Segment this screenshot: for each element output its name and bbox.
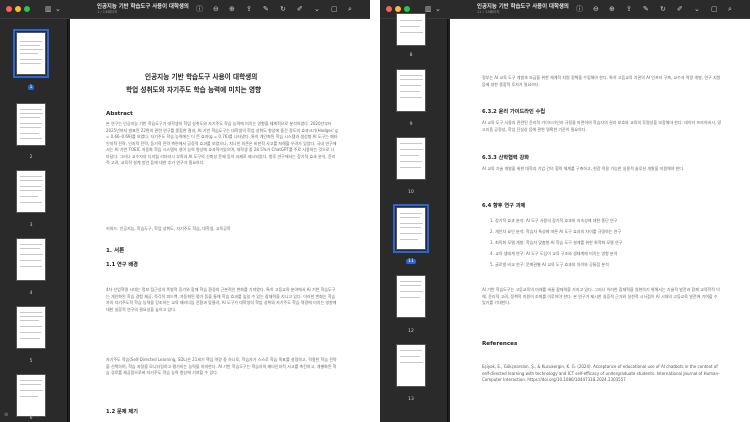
subsection-heading: 6.3.2 윤리 가이드라인 수립 — [482, 109, 546, 115]
share-icon[interactable]: ⇪ — [246, 4, 252, 14]
page-indicator: 1 / 13페이지 — [97, 10, 118, 14]
thumbnail-page[interactable] — [16, 306, 46, 349]
close-button[interactable] — [386, 6, 392, 12]
thumbnail-page[interactable] — [16, 170, 46, 213]
rotate-icon[interactable]: ↻ — [660, 4, 666, 14]
search-icon[interactable]: ⌕ — [728, 4, 732, 14]
share-icon[interactable]: ⇪ — [626, 4, 632, 14]
document-page: 정부는 AI 교육 도구 개발과 보급을 위한 체계적 지원 정책을 수립해야 … — [450, 19, 750, 422]
highlight-icon[interactable]: ✎ — [263, 4, 269, 14]
thumbnail-page[interactable] — [396, 69, 426, 112]
thumbnail-page[interactable] — [16, 374, 46, 417]
zoom-button[interactable] — [404, 6, 410, 12]
thumbnail-page[interactable] — [396, 137, 426, 180]
info-icon[interactable]: ⓘ — [576, 4, 583, 14]
document-page: 인공지능 기반 학습도구 사용이 대학생의 학업 성취도와 자기주도 학습 능력… — [70, 19, 370, 422]
zoom-in-icon[interactable]: ⊕ — [229, 4, 235, 14]
minimize-button[interactable] — [395, 6, 401, 12]
references-heading: References — [482, 341, 518, 347]
thumbnail-number: 13 — [408, 397, 414, 402]
list-item: 2. 개인차 요인 분석: 학습자 특성에 따른 AI 도구 효과의 차이를 규… — [490, 229, 622, 234]
body-paragraph: AI 교육 기술 개발을 위한 대학과 기업 간의 협력 체계를 구축하고, 현… — [482, 166, 685, 171]
more-icon[interactable]: ⌄ — [314, 4, 320, 14]
thumbnail-number: 8 — [409, 53, 413, 58]
thumbnail-number: 1 — [27, 85, 35, 90]
subsection-heading: 6.4 향후 연구 과제 — [482, 203, 526, 209]
thumbnail-page[interactable] — [396, 13, 426, 46]
more-icon[interactable]: ⌄ — [694, 4, 700, 14]
chevron-down-icon[interactable]: ⌄ — [55, 4, 61, 14]
abstract-text: 본 연구는 인공지능 기반 학습도구가 대학생의 학업 성취도와 자기주도 학습… — [106, 121, 338, 165]
body-paragraph: AI 기반 학습도구는 고등교육의 미래를 바꿀 잠재력을 가지고 있다. 그러… — [482, 287, 720, 305]
chevron-down-icon[interactable]: ⌄ — [435, 4, 441, 14]
page-indicator: 11 / 13페이지 — [477, 10, 500, 14]
thumbnail-number: 10 — [408, 190, 414, 195]
subsection-heading: 1.1 연구 배경 — [106, 262, 138, 268]
pdf-viewer-window-right: ▥ ⌄ 인공지능 기반 학습도구 사용이 대학생의 11 / 13페이지 ⓘ ⊖… — [380, 0, 750, 422]
thumbnail-number: 11 — [406, 259, 416, 264]
window-title: 인공지능 기반 학습도구 사용이 대학생의 — [477, 4, 569, 10]
thumbnail-page[interactable] — [13, 29, 49, 78]
desktop: ▥ ⌄ 인공지능 기반 학습도구 사용이 대학생의 1 / 13페이지 ⓘ ⊖ … — [0, 0, 750, 422]
thumbnail-number: 4 — [29, 291, 33, 296]
form-icon[interactable]: ▢ — [331, 4, 338, 14]
list-item: 1. 장기적 효과 분석: AI 도구 사용의 장기적 효과와 지속성에 대한 … — [490, 218, 618, 223]
thumbnail-number: 12 — [408, 329, 414, 334]
body-paragraph: 4차 산업혁명 시대는 정보 접근성의 폭발적 증가와 함께 학습 환경의 근본… — [106, 287, 337, 312]
subsection-heading: 1.2 문제 제기 — [106, 409, 138, 415]
body-paragraph: 정부는 AI 교육 도구 개발과 보급을 위한 체계적 지원 정책을 수립해야 … — [482, 75, 721, 87]
body-paragraph: AI 교육 도구 사용과 관련된 윤리적 가이드라인과 규정을 마련하여 학습자… — [482, 120, 722, 132]
thumbnail-number: 6 — [29, 416, 33, 421]
add-icon[interactable]: ⊕ — [4, 412, 8, 418]
close-button[interactable] — [6, 6, 12, 12]
thumbnail-page[interactable] — [393, 204, 429, 253]
thumbnail-sidebar: 1 2 3 4 5 6 ⊕ — [0, 19, 68, 422]
rotate-icon[interactable]: ↻ — [280, 4, 286, 14]
thumbnail-page[interactable] — [16, 238, 46, 281]
list-item: 4. 교육 생태계 연구: AI 도구 도입이 교육 구조와 생태계에 미치는 … — [490, 251, 618, 256]
form-icon[interactable]: ▢ — [711, 4, 718, 14]
body-paragraph: 자기주도 학습(Self-Directed Learning, SDL)은 21… — [106, 357, 337, 375]
markup-icon[interactable]: ✐ — [677, 4, 683, 14]
paper-title-line2: 학업 성취도와 자기주도 학습 능력에 미치는 영향 — [126, 86, 262, 94]
subsection-heading: 6.3.3 산학협력 강화 — [482, 155, 530, 161]
abstract-heading: Abstract — [106, 111, 133, 117]
highlight-icon[interactable]: ✎ — [643, 4, 649, 14]
zoom-in-icon[interactable]: ⊕ — [609, 4, 615, 14]
keywords: 키워드: 인공지능, 학습도구, 학업 성취도, 자기주도 학습, 대학생, 교… — [106, 226, 231, 231]
window-toolbar: ▥ ⌄ 인공지능 기반 학습도구 사용이 대학생의 1 / 13페이지 ⓘ ⊖ … — [0, 0, 370, 19]
thumbnail-page[interactable] — [16, 103, 46, 146]
minimize-button[interactable] — [15, 6, 21, 12]
thumbnail-number: 9 — [409, 122, 413, 127]
thumbnail-page[interactable] — [396, 344, 426, 387]
thumbnail-number: 2 — [29, 155, 33, 160]
sidebar-icon[interactable]: ▥ — [45, 4, 52, 14]
thumbnail-sidebar: 8 9 10 11 12 13 — [380, 13, 448, 422]
pdf-viewer-window-left: ▥ ⌄ 인공지능 기반 학습도구 사용이 대학생의 1 / 13페이지 ⓘ ⊖ … — [0, 0, 370, 422]
zoom-button[interactable] — [24, 6, 30, 12]
paper-title-line1: 인공지능 기반 학습도구 사용이 대학생의 — [145, 73, 258, 81]
thumbnail-page[interactable] — [396, 275, 426, 318]
list-item: 5. 글로벌 비교 연구: 문화권별 AI 교육 도구 효과의 차이와 공통점 … — [490, 262, 609, 267]
reference-entry: Eşiyok, E., Gökçearslan, Ş., & Kucukergi… — [482, 364, 721, 382]
list-item: 3. 최적화 모델 개발: 학습자 맞춤형 AI 학습 도구 설계를 위한 최적… — [490, 240, 623, 245]
zoom-out-icon[interactable]: ⊖ — [593, 4, 599, 14]
thumbnail-number: 3 — [29, 223, 33, 228]
zoom-out-icon[interactable]: ⊖ — [213, 4, 219, 14]
section-heading: 1. 서론 — [106, 248, 125, 254]
search-icon[interactable]: ⌕ — [348, 4, 352, 14]
window-title: 인공지능 기반 학습도구 사용이 대학생의 — [97, 4, 189, 10]
info-icon[interactable]: ⓘ — [196, 4, 203, 14]
thumbnail-number: 5 — [29, 359, 33, 364]
window-toolbar: ▥ ⌄ 인공지능 기반 학습도구 사용이 대학생의 11 / 13페이지 ⓘ ⊖… — [380, 0, 750, 19]
markup-icon[interactable]: ✐ — [297, 4, 303, 14]
